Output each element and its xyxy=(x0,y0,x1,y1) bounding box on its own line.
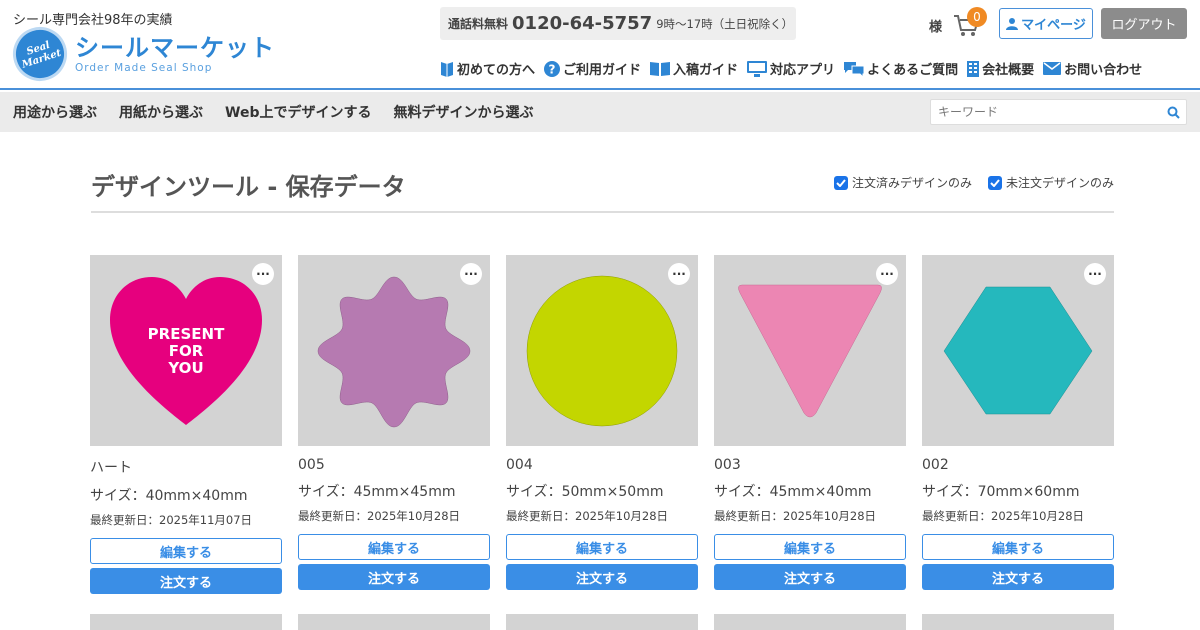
sticker-text: PRESENT xyxy=(148,325,225,343)
design-updated-date: 最終更新日：2025年11月07日 xyxy=(90,513,253,527)
chat-icon xyxy=(844,61,865,77)
utility-link-faq[interactable]: よくあるご質問 xyxy=(844,59,958,78)
edit-button[interactable]: 編集する xyxy=(714,534,906,560)
mail-icon xyxy=(1043,62,1062,75)
phone-label: 通話料無料 xyxy=(448,17,509,31)
phone-box: 通話料無料 0120-64-5757 9時〜17時（土日祝除く） xyxy=(440,7,796,40)
logout-button[interactable]: ログアウト xyxy=(1101,8,1187,39)
design-card: ··· 005 サイズ：45mm×45mm 最終更新日：2025年10月28日 … xyxy=(298,255,490,590)
edit-button[interactable]: 編集する xyxy=(506,534,698,560)
utility-link-apps[interactable]: 対応アプリ xyxy=(747,59,835,78)
utility-link-company[interactable]: 会社概要 xyxy=(967,59,1034,78)
book-icon xyxy=(441,61,453,77)
search-input[interactable] xyxy=(931,100,1151,124)
design-size: サイズ：40mm×40mm xyxy=(90,488,248,504)
utility-link-guide[interactable]: ? ご利用ガイド xyxy=(544,59,641,78)
check-icon xyxy=(990,178,1000,187)
page-title: デザインツール - 保存データ xyxy=(91,173,406,201)
monitor-icon xyxy=(747,60,768,77)
design-size: サイズ：70mm×60mm xyxy=(922,484,1080,500)
hexagon-shape xyxy=(943,286,1093,415)
edit-button[interactable]: 編集する xyxy=(922,534,1114,560)
circle-shape xyxy=(526,275,678,427)
utility-link-first-time[interactable]: 初めての方へ xyxy=(440,59,535,78)
design-name: ハート xyxy=(90,460,132,476)
more-options-button[interactable]: ··· xyxy=(668,263,690,285)
order-button[interactable]: 注文する xyxy=(90,568,282,594)
cart-count-badge: 0 xyxy=(967,7,987,27)
order-button[interactable]: 注文する xyxy=(506,564,698,590)
nav-item-free-design[interactable]: 無料デザインから選ぶ xyxy=(393,102,533,122)
design-thumbnail-partial[interactable] xyxy=(922,614,1114,630)
design-size: サイズ：50mm×50mm xyxy=(506,484,664,500)
utility-link-submission-guide[interactable]: 入稿ガイド xyxy=(650,59,738,78)
design-thumbnail[interactable]: ··· xyxy=(714,255,906,446)
more-options-button[interactable]: ··· xyxy=(252,263,274,285)
more-options-button[interactable]: ··· xyxy=(460,263,482,285)
checkbox-checked[interactable] xyxy=(988,175,1003,190)
user-honorific: 様 xyxy=(929,20,943,35)
design-size: サイズ：45mm×45mm xyxy=(298,484,456,500)
nav-item-by-paper[interactable]: 用紙から選ぶ xyxy=(119,102,203,122)
question-icon: ? xyxy=(544,60,561,77)
logo-badge: Seal Market xyxy=(5,19,75,89)
design-thumbnail-partial[interactable] xyxy=(506,614,698,630)
nav-item-web-design[interactable]: Web上でデザインする xyxy=(225,102,371,122)
design-name: 005 xyxy=(298,457,325,473)
design-card: PRESENT FOR YOU ··· ハート サイズ：40mm×40mm 最終… xyxy=(90,255,282,594)
svg-text:?: ? xyxy=(549,62,556,76)
order-button[interactable]: 注文する xyxy=(922,564,1114,590)
design-thumbnail-partial[interactable] xyxy=(90,614,282,630)
design-thumbnail[interactable]: ··· xyxy=(922,255,1114,446)
design-card: ··· 004 サイズ：50mm×50mm 最終更新日：2025年10月28日 … xyxy=(506,255,698,590)
search-icon[interactable] xyxy=(1167,106,1180,119)
open-book-icon xyxy=(650,62,671,76)
check-icon xyxy=(836,178,846,187)
more-options-button[interactable]: ··· xyxy=(1084,263,1106,285)
design-thumbnail[interactable]: ··· xyxy=(506,255,698,446)
filter-unordered-only[interactable]: 未注文デザインのみ xyxy=(988,174,1114,191)
design-updated-date: 最終更新日：2025年10月28日 xyxy=(714,509,877,523)
search-box xyxy=(930,99,1187,125)
design-name: 003 xyxy=(714,457,741,473)
title-divider xyxy=(91,211,1114,213)
design-thumbnail[interactable]: ··· xyxy=(298,255,490,446)
edit-button[interactable]: 編集する xyxy=(298,534,490,560)
triangle-shape xyxy=(738,284,882,418)
filter-ordered-only[interactable]: 注文済みデザインのみ xyxy=(834,174,972,191)
phone-number[interactable]: 0120-64-5757 xyxy=(512,13,652,34)
edit-button[interactable]: 編集する xyxy=(90,538,282,564)
design-updated-date: 最終更新日：2025年10月28日 xyxy=(298,509,461,523)
building-icon xyxy=(967,60,980,77)
more-options-button[interactable]: ··· xyxy=(876,263,898,285)
design-size: サイズ：45mm×40mm xyxy=(714,484,872,500)
design-updated-date: 最終更新日：2025年10月28日 xyxy=(506,509,669,523)
mypage-button[interactable]: マイページ xyxy=(999,8,1093,39)
logo-name: シールマーケット xyxy=(75,34,275,62)
order-button[interactable]: 注文する xyxy=(298,564,490,590)
site-header: シール専門会社98年の実績 Seal Market シールマーケット Order … xyxy=(0,0,1200,90)
design-name: 004 xyxy=(506,457,533,473)
utility-nav: 初めての方へ ? ご利用ガイド 入稿ガイド 対応アプリ よくあるご質問 会社概要… xyxy=(440,59,1142,78)
tagline: シール専門会社98年の実績 xyxy=(13,13,173,28)
sticker-text: YOU xyxy=(167,359,203,377)
checkbox-checked[interactable] xyxy=(834,175,848,190)
design-thumbnail-partial[interactable] xyxy=(298,614,490,630)
wavy-star-shape xyxy=(317,276,471,428)
logo-subtitle: Order Made Seal Shop xyxy=(75,62,213,74)
nav-item-by-purpose[interactable]: 用途から選ぶ xyxy=(13,102,97,122)
design-name: 002 xyxy=(922,457,949,473)
phone-hours: 9時〜17時（土日祝除く） xyxy=(656,16,794,31)
design-card: ··· 003 サイズ：45mm×40mm 最終更新日：2025年10月28日 … xyxy=(714,255,906,590)
utility-link-contact[interactable]: お問い合わせ xyxy=(1043,59,1142,78)
design-thumbnail-partial[interactable] xyxy=(714,614,906,630)
design-updated-date: 最終更新日：2025年10月28日 xyxy=(922,509,1085,523)
design-card: ··· 002 サイズ：70mm×60mm 最終更新日：2025年10月28日 … xyxy=(922,255,1114,590)
sticker-text: FOR xyxy=(169,342,204,360)
order-button[interactable]: 注文する xyxy=(714,564,906,590)
user-icon xyxy=(1006,18,1019,30)
site-logo[interactable]: Seal Market シールマーケット Order Made Seal Shop xyxy=(5,19,275,89)
design-thumbnail[interactable]: PRESENT FOR YOU ··· xyxy=(90,255,282,446)
filter-group: 注文済みデザインのみ 未注文デザインのみ xyxy=(834,174,1114,191)
